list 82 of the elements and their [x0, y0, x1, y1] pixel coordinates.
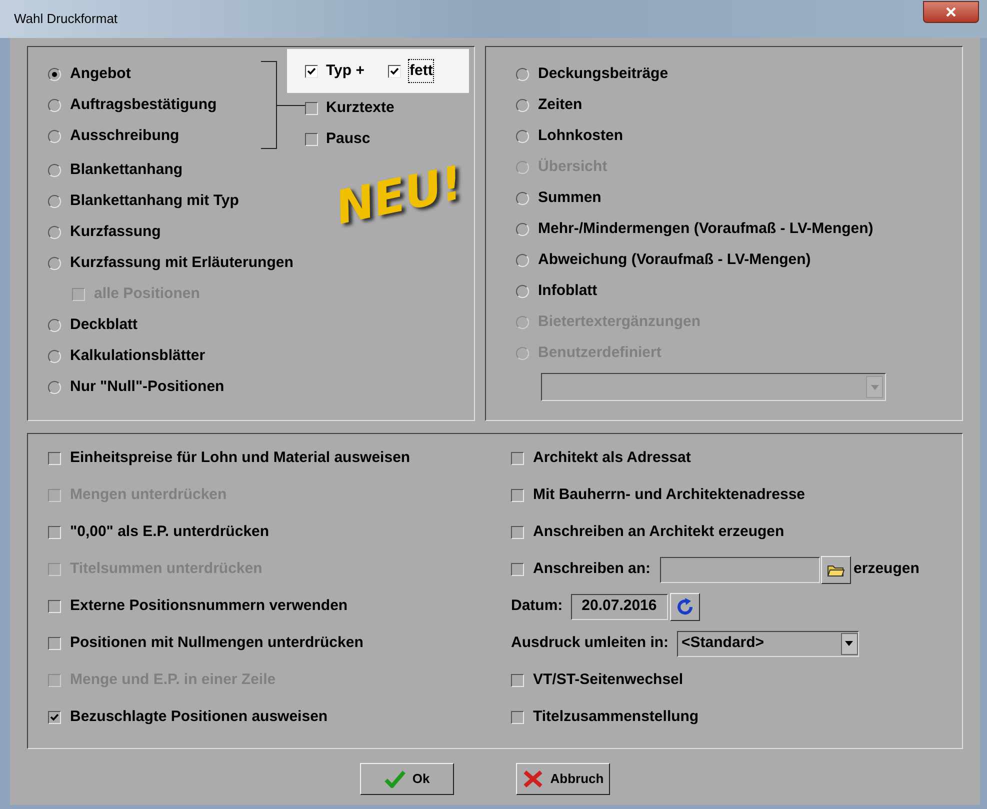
option-label: Kurzfassung: [70, 222, 161, 242]
close-icon: [946, 7, 956, 17]
checkbox[interactable]: [48, 452, 61, 465]
checkbox[interactable]: [511, 489, 524, 502]
radio-button[interactable]: [48, 130, 61, 143]
option-label: Architekt als Adressat: [533, 448, 691, 468]
option-label: Ausschreibung: [70, 126, 180, 146]
checkbox[interactable]: [48, 526, 61, 539]
radio-button[interactable]: [516, 99, 529, 112]
close-button[interactable]: [923, 1, 979, 23]
option-label: Nur "Null"-Positionen: [70, 377, 224, 398]
radio-button[interactable]: [48, 226, 61, 239]
option-label: fett: [409, 60, 433, 82]
checkbox[interactable]: [48, 600, 61, 613]
option-label: Infoblatt: [538, 281, 598, 302]
option-label: Abweichung (Voraufmaß - LV-Mengen): [538, 250, 811, 270]
checkbox[interactable]: [48, 637, 61, 650]
folder-icon: [826, 562, 845, 576]
refresh-icon: [674, 596, 695, 616]
option-label: Kalkulationsblätter: [70, 346, 206, 366]
folder-button[interactable]: [820, 556, 851, 584]
cancel-button[interactable]: Abbruch: [516, 763, 610, 795]
option-label: VT/ST-Seitenwechsel: [533, 670, 684, 690]
option-label: Lohnkosten: [538, 126, 623, 146]
refresh-button[interactable]: [670, 592, 700, 620]
option-label: Anschreiben an:: [533, 559, 651, 580]
option-label: Kurztexte: [326, 98, 394, 118]
checkbox[interactable]: [511, 452, 524, 465]
option-label: Externe Positionsnummern verwenden: [70, 596, 348, 616]
radio-button[interactable]: [48, 99, 61, 112]
radio-button[interactable]: [516, 192, 529, 205]
radio-button[interactable]: [516, 223, 529, 236]
checkbox[interactable]: [511, 526, 524, 539]
checkbox[interactable]: [305, 102, 318, 115]
option-label: Deckblatt: [70, 315, 138, 336]
option-label: "0,00" als E.P. unterdrücken: [70, 522, 270, 542]
option-label: Typ +: [326, 60, 364, 81]
radio-button[interactable]: [516, 254, 529, 267]
radio-button[interactable]: [48, 319, 61, 332]
option-label: Kurzfassung mit Erläuterungen: [70, 253, 294, 274]
radio-button[interactable]: [48, 381, 61, 394]
radio-button[interactable]: [48, 350, 61, 363]
radio-button[interactable]: [516, 68, 529, 81]
option-label: Anschreiben an Architekt erzeugen: [533, 522, 784, 542]
radio-button[interactable]: [48, 164, 61, 177]
checkmark-icon: [384, 770, 406, 788]
date-label: Datum:: [511, 596, 563, 616]
new-label: NEU!: [332, 159, 467, 231]
checkbox[interactable]: [511, 674, 524, 687]
option-label: Mit Bauherrn- und Architektenadresse: [533, 485, 805, 506]
option-label: Angebot: [70, 64, 131, 84]
option-label: Pausc: [326, 129, 370, 150]
x-mark-icon: [522, 770, 544, 788]
radio-button[interactable]: [516, 130, 529, 143]
option-label: Bezuschlagte Positionen ausweisen: [70, 707, 328, 728]
date-field[interactable]: 20.07.2016: [570, 594, 668, 620]
checkbox[interactable]: [388, 64, 402, 78]
redirect-label: Ausdruck umleiten in:: [511, 633, 669, 654]
checkbox[interactable]: [511, 711, 524, 724]
option-label: Auftragsbestätigung: [70, 95, 217, 116]
window-title: Wahl Druckformat: [14, 10, 118, 28]
output-dropdown[interactable]: <Standard>: [676, 630, 859, 656]
option-label: Einheitspreise für Lohn und Material ausweisen: [70, 448, 410, 468]
option-label: Blankettanhang mit Typ: [70, 191, 239, 212]
checkbox[interactable]: [511, 563, 524, 576]
recipient-field[interactable]: [660, 556, 820, 582]
radio-button[interactable]: [48, 68, 61, 81]
ok-button[interactable]: Ok: [360, 763, 454, 795]
radio-button[interactable]: [48, 257, 61, 270]
option-label: Summen: [538, 188, 602, 208]
checkbox[interactable]: [305, 133, 318, 146]
checkbox[interactable]: [305, 64, 318, 78]
option-label: Mehr-/Mindermengen (Voraufmaß - LV-Mengen): [538, 219, 874, 240]
option-label: Zeiten: [538, 95, 582, 116]
radio-button[interactable]: [48, 195, 61, 208]
checkbox[interactable]: [48, 711, 61, 724]
option-label: Deckungsbeiträge: [538, 64, 668, 84]
radio-button[interactable]: [516, 285, 529, 298]
option-label: Positionen mit Nullmengen unterdrücken: [70, 633, 364, 654]
suffix-label: erzeugen: [854, 559, 920, 580]
option-label: Blankettanhang: [70, 160, 183, 180]
option-label: Titelzusammenstellung: [533, 707, 699, 728]
